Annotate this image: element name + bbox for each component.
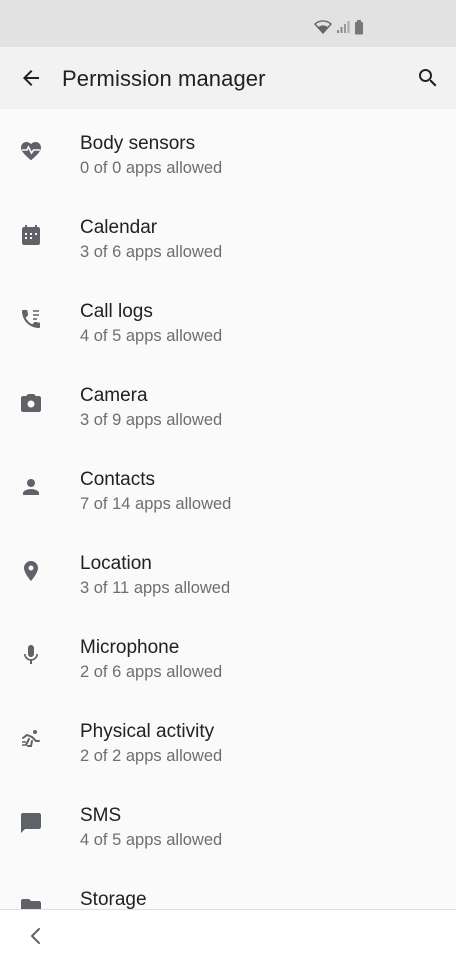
signal-icon [337,21,350,33]
list-item-body-sensors[interactable]: Body sensors 0 of 0 apps allowed [0,109,456,193]
folder-icon [19,895,43,909]
battery-icon [355,19,363,34]
location-pin-icon [19,559,43,583]
list-item-microphone[interactable]: Microphone 2 of 6 apps allowed [0,613,456,697]
list-item-title: Contacts [80,469,155,490]
camera-icon [19,391,43,415]
microphone-icon [19,643,43,667]
list-item-title: Physical activity [80,721,215,742]
list-item-title: SMS [80,805,122,826]
list-item-location[interactable]: Location 3 of 11 apps allowed [0,529,456,613]
list-item-title: Storage [80,889,147,909]
wifi-icon [314,20,332,34]
search-icon[interactable] [416,66,440,90]
list-item-contacts[interactable]: Contacts 7 of 14 apps allowed [0,445,456,529]
running-person-icon [19,727,43,751]
list-item-title: Call logs [80,301,153,322]
list-item-storage[interactable]: Storage [0,865,456,909]
list-item-title: Calendar [80,217,158,238]
status-bar [0,0,456,47]
list-item-summary: 4 of 5 apps allowed [80,327,223,345]
list-item-summary: 0 of 0 apps allowed [80,159,223,177]
list-item-camera[interactable]: Camera 3 of 9 apps allowed [0,361,456,445]
status-icons [314,18,364,36]
list-item-title: Microphone [80,637,180,658]
list-item-summary: 3 of 11 apps allowed [80,579,231,597]
list-item-calendar[interactable]: Calendar 3 of 6 apps allowed [0,193,456,277]
list-item-summary: 3 of 9 apps allowed [80,411,223,429]
heart-pulse-icon [19,139,43,163]
list-item-title: Location [80,553,152,574]
list-item-title: Camera [80,385,148,406]
person-icon [19,475,43,499]
app-bar: Permission manager [0,47,456,109]
list-item-summary: 7 of 14 apps allowed [80,495,232,513]
sms-icon [19,811,43,835]
list-item-sms[interactable]: SMS 4 of 5 apps allowed [0,781,456,865]
list-item-physical-activity[interactable]: Physical activity 2 of 2 apps allowed [0,697,456,781]
list-item-call-logs[interactable]: Call logs 4 of 5 apps allowed [0,277,456,361]
permission-list: Body sensors 0 of 0 apps allowed Calenda… [0,109,456,909]
list-item-summary: 4 of 5 apps allowed [80,831,223,849]
list-item-summary: 2 of 2 apps allowed [80,747,223,765]
calendar-icon [19,223,43,247]
page-title: Permission manager [62,66,266,91]
arrow-back-icon[interactable] [19,66,43,90]
list-item-title: Body sensors [80,133,196,154]
call-log-icon [19,307,43,331]
chevron-left-icon[interactable] [24,924,48,948]
list-item-summary: 2 of 6 apps allowed [80,663,223,681]
navigation-bar [0,909,456,962]
list-item-summary: 3 of 6 apps allowed [80,243,223,261]
